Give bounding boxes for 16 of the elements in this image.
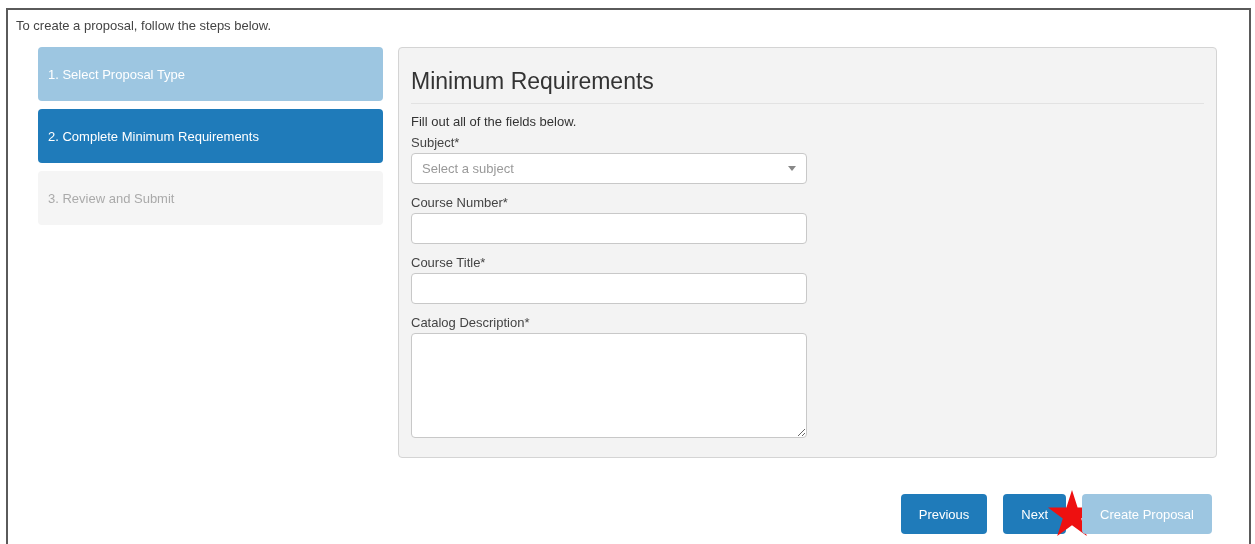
intro-text: To create a proposal, follow the steps below. bbox=[16, 18, 272, 33]
field-label: Catalog Description* bbox=[411, 315, 530, 330]
field-label: Course Number* bbox=[411, 195, 508, 210]
step-item[interactable]: 2. Complete Minimum Requirements bbox=[38, 109, 383, 163]
field-label: Subject* bbox=[411, 135, 460, 150]
input-field[interactable] bbox=[411, 213, 807, 244]
step-item[interactable]: 1. Select Proposal Type bbox=[38, 47, 383, 101]
text-area[interactable] bbox=[411, 333, 807, 438]
instructions-text: Fill out all of the fields below. bbox=[411, 114, 577, 129]
action-button[interactable]: Next bbox=[1003, 494, 1067, 534]
caret-icon bbox=[788, 166, 796, 171]
subject-dropdown[interactable]: Select a subject bbox=[411, 153, 807, 184]
panel-title: Minimum Requirements bbox=[411, 68, 654, 95]
action-button[interactable]: Previous bbox=[900, 494, 988, 534]
field-label: Course Title* bbox=[411, 255, 486, 270]
input-field[interactable] bbox=[411, 273, 807, 304]
